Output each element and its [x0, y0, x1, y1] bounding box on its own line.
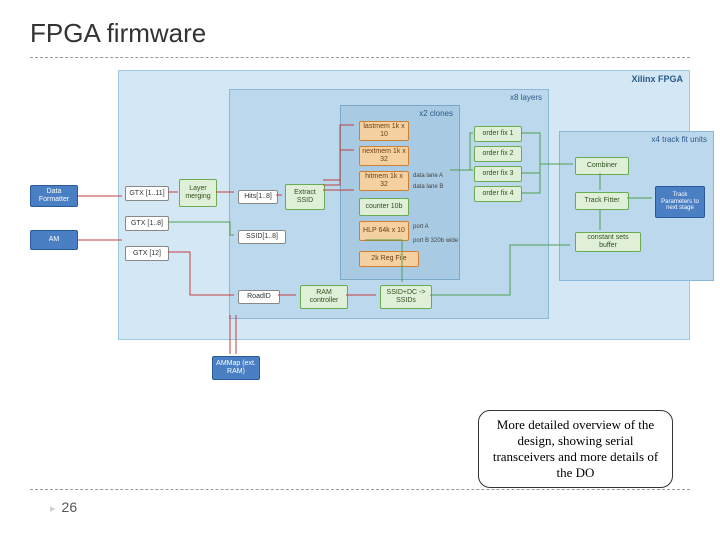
- block-data-formatter: Data Formatter: [30, 185, 78, 207]
- region-clones: x2 clones lastmem 1k x 10 nextmem 1k x 3…: [340, 105, 460, 280]
- block-roadid: RoadID: [238, 290, 280, 304]
- block-regfile: 2k Reg File: [359, 251, 419, 267]
- region-clones-label: x2 clones: [419, 109, 453, 118]
- block-orderfix2: order fix 2: [474, 146, 522, 162]
- block-orderfix3: order fix 3: [474, 166, 522, 182]
- block-nextmem: nextmem 1k x 32: [359, 146, 409, 166]
- region-fpga: Xilinx FPGA GTX [1..11] GTX [1..8] GTX […: [118, 70, 690, 340]
- region-layers: x8 layers Hits[1..8] Extract SSID SSID[1…: [229, 89, 549, 319]
- block-track-params: Track Parameters to next stage: [655, 186, 705, 218]
- block-ssid-in: SSID[1..8]: [238, 230, 286, 244]
- region-fit-label: x4 track fit units: [651, 135, 707, 144]
- region-fpga-label: Xilinx FPGA: [631, 74, 683, 84]
- block-gtx2: GTX [1..8]: [125, 216, 169, 231]
- footer-divider: [30, 489, 690, 490]
- label-lane-b: data lane B: [413, 184, 443, 190]
- block-gtx1: GTX [1..11]: [125, 186, 169, 201]
- block-lastmem: lastmem 1k x 10: [359, 121, 409, 141]
- page-number: 26: [50, 499, 77, 515]
- block-ammap: AMMap (ext. RAM): [212, 356, 260, 380]
- block-orderfix1: order fix 1: [474, 126, 522, 142]
- region-layers-label: x8 layers: [510, 93, 542, 102]
- label-port-b: port B 320b wide: [413, 238, 458, 244]
- block-gtx3: GTX [12]: [125, 246, 169, 261]
- block-am: AM: [30, 230, 78, 250]
- label-lane-a: data lane A: [413, 173, 443, 179]
- block-extract-ssid: Extract SSID: [285, 184, 325, 210]
- title-divider: [30, 57, 690, 58]
- block-hits: Hits[1..8]: [238, 190, 278, 204]
- label-port-a: port A: [413, 224, 429, 230]
- block-counter: counter 10b: [359, 198, 409, 216]
- slide-title: FPGA firmware: [30, 18, 690, 49]
- block-orderfix4: order fix 4: [474, 186, 522, 202]
- callout-box: More detailed overview of the design, sh…: [478, 410, 673, 488]
- block-ram-ctrl: RAM controller: [300, 285, 348, 309]
- block-layer-merging: Layer merging: [179, 179, 217, 207]
- diagram: Data Formatter AM Xilinx FPGA GTX [1..11…: [30, 70, 690, 400]
- block-hlp: HLP 64k x 10: [359, 221, 409, 241]
- block-track-fitter: Track Fitter: [575, 192, 629, 210]
- block-ssid-dc: SSID+DC -> SSIDs: [380, 285, 432, 309]
- block-const-buf: constant sets buffer: [575, 232, 641, 252]
- block-combiner: Combiner: [575, 157, 629, 175]
- block-hitmem: hitmem 1k x 32: [359, 171, 409, 191]
